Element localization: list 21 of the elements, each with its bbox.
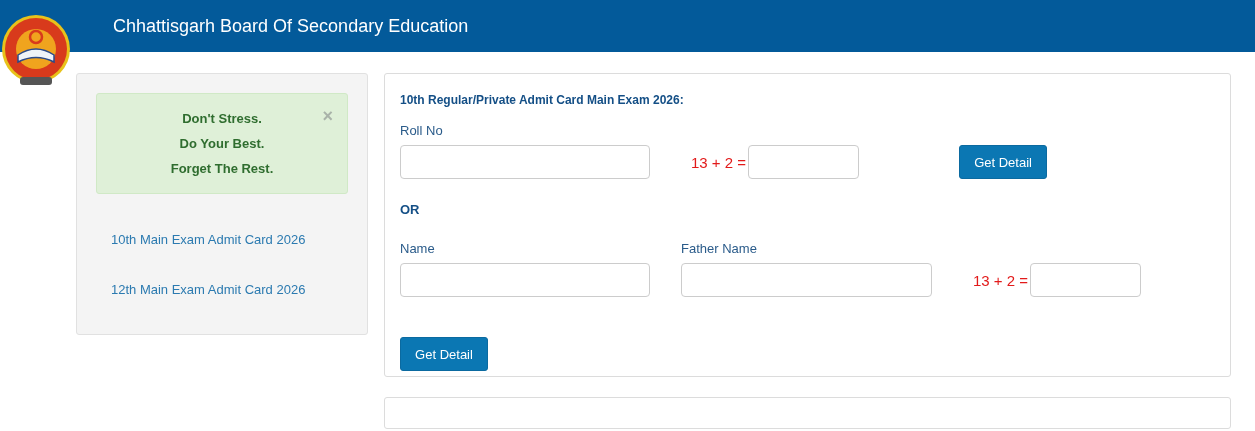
father-name-field[interactable] xyxy=(681,263,932,297)
sidebar-link[interactable]: 12th Main Exam Admit Card 2026 xyxy=(111,281,348,298)
roll-no-field[interactable] xyxy=(400,145,650,179)
sidebar-link[interactable]: 10th Main Exam Admit Card 2026 xyxy=(111,231,348,248)
field-label: Name xyxy=(400,241,436,257)
site-title: Chhattisgarh Board Of Secondary Education xyxy=(113,15,469,37)
name-field[interactable] xyxy=(400,263,650,297)
captcha-field[interactable] xyxy=(1030,263,1142,297)
field-label: Father Name xyxy=(681,241,758,257)
alert-text: Forget The Rest. xyxy=(170,160,274,178)
get-detail-button[interactable]: Get Detail xyxy=(400,337,488,371)
or-text: OR xyxy=(400,202,421,217)
get-detail-button[interactable]: Get Detail xyxy=(959,145,1048,179)
emblem-logo-icon xyxy=(0,15,73,88)
captcha-question: 13 + 2 = xyxy=(691,153,747,171)
alert-text: Don't Stress. xyxy=(182,110,262,128)
field-label: Roll No xyxy=(400,123,444,139)
form-heading: 10th Regular/Private Admit Card Main Exam 2026: xyxy=(400,93,685,108)
alert-text: Do Your Best. xyxy=(179,135,265,153)
captcha-field[interactable] xyxy=(748,145,860,179)
captcha-question: 13 + 2 = xyxy=(973,271,1029,289)
